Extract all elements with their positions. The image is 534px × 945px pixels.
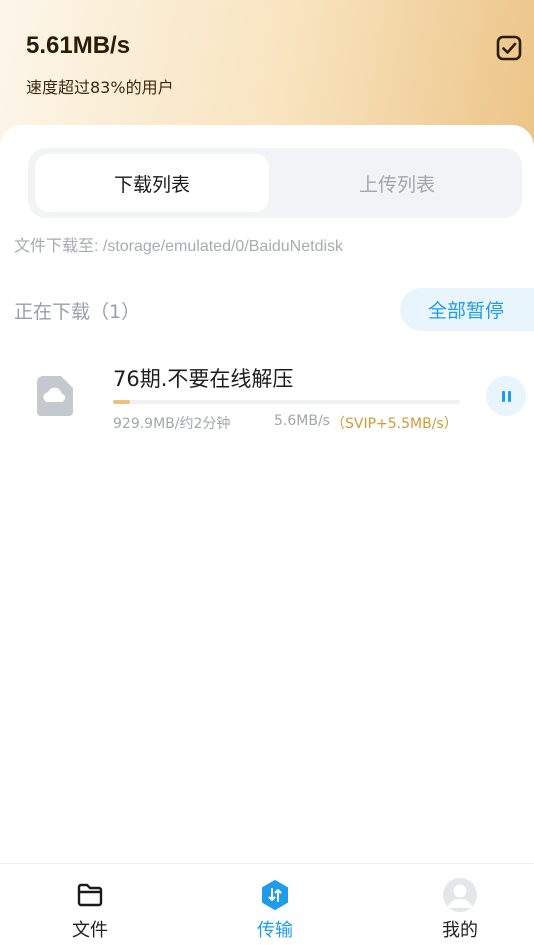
transfer-icon	[262, 880, 288, 910]
nav-me[interactable]: 我的	[410, 878, 510, 942]
download-progress-bar	[113, 400, 460, 404]
svip-boost-text: （SVIP+5.5MB/s）	[331, 416, 458, 432]
nav-files-label: 文件	[72, 920, 108, 941]
download-rate-text: 5.6MB/s	[274, 413, 330, 429]
nav-files[interactable]: 文件	[40, 878, 140, 942]
transfer-tabs: 下载列表 上传列表	[28, 148, 522, 218]
tab-download-list[interactable]: 下载列表	[35, 154, 269, 212]
size-eta-text: 929.9MB/约2分钟	[113, 416, 231, 432]
download-path: 文件下载至: /storage/emulated/0/BaiduNetdisk	[14, 238, 344, 255]
nav-me-label: 我的	[442, 920, 478, 941]
current-speed: 5.61MB/s	[26, 32, 131, 59]
speed-ranking-text: 速度超过83%的用户	[26, 78, 174, 97]
pause-all-button[interactable]: 全部暂停	[400, 288, 534, 331]
avatar-icon	[443, 878, 477, 912]
nav-transfer[interactable]: 传输	[225, 878, 325, 942]
cloud-file-icon	[37, 376, 73, 416]
pause-download-button[interactable]	[486, 376, 526, 416]
downloading-section-title: 正在下载（1）	[14, 301, 141, 323]
tab-upload-list[interactable]: 上传列表	[280, 154, 514, 212]
pause-icon	[501, 390, 505, 402]
download-progress-fill	[113, 400, 131, 404]
folder-icon	[77, 883, 103, 907]
nav-transfer-label: 传输	[257, 920, 293, 941]
bottom-nav: 文件 传输 我的	[0, 863, 534, 945]
file-name: 76期.不要在线解压	[113, 367, 294, 391]
check-square-icon[interactable]	[495, 34, 523, 62]
